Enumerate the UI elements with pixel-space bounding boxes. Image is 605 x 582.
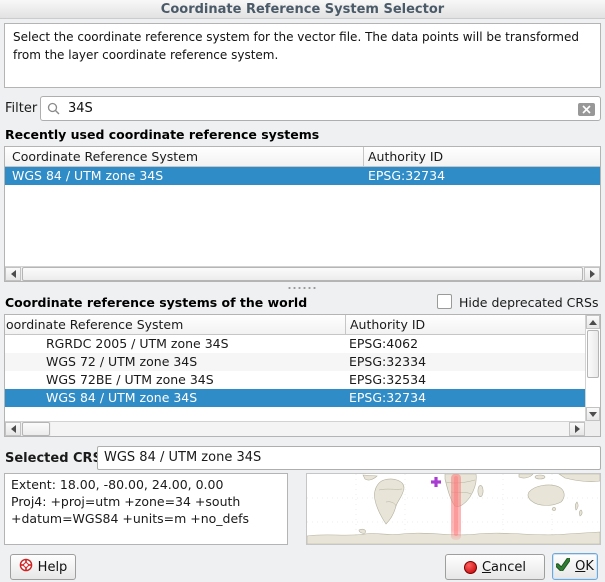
world-horizontal-scrollbar[interactable] <box>5 421 585 436</box>
splitter-handle[interactable] <box>287 286 318 290</box>
crs-authority: EPSG:32334 <box>349 353 426 371</box>
proj4-line: Proj4: +proj=utm +zone=34 +south <box>11 494 281 511</box>
table-row[interactable]: WGS 84 / UTM zone 34S EPSG:32734 <box>5 389 585 407</box>
hide-deprecated-checkbox[interactable] <box>437 294 452 309</box>
scroll-right-icon[interactable] <box>584 267 600 281</box>
table-row[interactable]: WGS 72BE / UTM zone 34S EPSG:32534 <box>5 371 585 389</box>
description-text: Select the coordinate reference system f… <box>4 23 601 88</box>
crs-authority: EPSG:32734 <box>368 167 445 185</box>
scroll-down-icon[interactable] <box>586 407 600 421</box>
crs-name: WGS 72BE / UTM zone 34S <box>46 371 214 389</box>
scroll-left-icon[interactable] <box>5 267 21 281</box>
world-vertical-scrollbar[interactable] <box>585 315 600 421</box>
scroll-right-icon[interactable] <box>569 422 585 436</box>
world-crs-table: oordinate Reference System Authority ID … <box>4 314 601 437</box>
ok-button[interactable]: OK <box>552 553 598 580</box>
table-row[interactable]: RGRDC 2005 / UTM zone 34S EPSG:4062 <box>5 335 585 353</box>
proj4-line2: +datum=WGS84 +units=m +no_defs <box>11 511 281 528</box>
column-header-authority[interactable]: Authority ID <box>368 149 443 164</box>
column-divider[interactable] <box>345 315 346 335</box>
filter-input[interactable]: 34S <box>40 96 601 121</box>
extent-line: Extent: 18.00, -80.00, 24.00, 0.00 <box>11 477 281 494</box>
table-row[interactable]: WGS 84 / UTM zone 34S EPSG:32734 <box>5 167 600 185</box>
scrollbar-corner <box>585 421 600 436</box>
filter-value: 34S <box>68 101 93 116</box>
cancel-button-label: Cancel <box>482 560 526 575</box>
recent-horizontal-scrollbar[interactable] <box>5 266 600 281</box>
crs-selector-dialog: Coordinate Reference System Selector Sel… <box>0 0 605 582</box>
crs-name: WGS 84 / UTM zone 34S <box>12 167 163 185</box>
column-divider[interactable] <box>363 147 364 167</box>
crs-details-box: Extent: 18.00, -80.00, 24.00, 0.00 Proj4… <box>4 473 288 545</box>
ok-check-icon <box>556 558 570 575</box>
scrollbar-track[interactable] <box>51 422 569 436</box>
scroll-left-icon[interactable] <box>5 422 21 436</box>
help-button[interactable]: Help <box>10 554 76 580</box>
scrollbar-thumb[interactable] <box>22 267 583 281</box>
help-button-label: Help <box>38 560 68 575</box>
selected-crs-field[interactable]: WGS 84 / UTM zone 34S <box>97 446 601 470</box>
clear-filter-icon[interactable] <box>578 103 595 116</box>
world-map-preview <box>307 474 600 544</box>
column-header-crs[interactable]: oordinate Reference System <box>6 317 183 332</box>
filter-label: Filter <box>5 101 37 116</box>
crs-authority: EPSG:4062 <box>349 335 418 353</box>
cancel-button[interactable]: Cancel <box>445 554 545 580</box>
crs-extent-map <box>306 473 601 545</box>
table-row[interactable]: WGS 72 / UTM zone 34S EPSG:32334 <box>5 353 585 371</box>
column-header-authority[interactable]: Authority ID <box>350 317 425 332</box>
recent-crs-heading: Recently used coordinate reference syste… <box>5 127 319 142</box>
scrollbar-thumb[interactable] <box>587 330 599 378</box>
recent-table-header[interactable]: Coordinate Reference System Authority ID <box>5 147 600 167</box>
cancel-icon <box>464 561 477 574</box>
help-icon <box>19 558 33 576</box>
scrollbar-thumb[interactable] <box>22 422 50 436</box>
crs-authority: EPSG:32534 <box>349 371 426 389</box>
world-table-header[interactable]: oordinate Reference System Authority ID <box>5 315 600 335</box>
crs-name: RGRDC 2005 / UTM zone 34S <box>46 335 229 353</box>
scroll-up-icon[interactable] <box>586 315 600 329</box>
crs-name: WGS 84 / UTM zone 34S <box>46 389 197 407</box>
recent-crs-table: Coordinate Reference System Authority ID… <box>4 146 601 282</box>
selected-crs-label: Selected CRS <box>5 451 102 466</box>
scrollbar-track[interactable] <box>586 379 600 407</box>
column-header-crs[interactable]: Coordinate Reference System <box>12 149 198 164</box>
ok-button-label: OK <box>575 559 594 574</box>
window-title: Coordinate Reference System Selector <box>0 0 605 19</box>
crs-name: WGS 72 / UTM zone 34S <box>46 353 197 371</box>
hide-deprecated-label[interactable]: Hide deprecated CRSs <box>459 295 598 310</box>
world-crs-heading: Coordinate reference systems of the worl… <box>5 295 307 310</box>
search-icon <box>47 102 61 119</box>
crs-authority: EPSG:32734 <box>349 389 426 407</box>
